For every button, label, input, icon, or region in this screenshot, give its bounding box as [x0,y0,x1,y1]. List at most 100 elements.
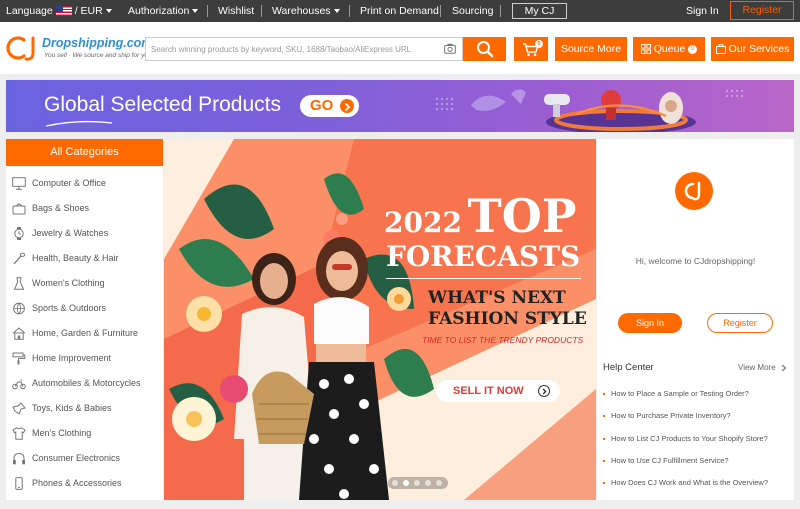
category-consumer-electronics[interactable]: Consumer Electronics [6,446,163,471]
category-sidebar: All Categories Computer & Office Bags & … [6,139,163,500]
help-link-label: How to Use CJ Fulfillment Service? [611,456,729,465]
hero-headline-line2: FORECASTS [386,240,581,273]
divider [261,5,262,17]
wishlist-link[interactable]: Wishlist [218,0,254,22]
carousel-dot-active[interactable] [403,480,409,486]
print-on-demand-link[interactable]: Print on Demand [360,0,439,22]
cart-count-badge: 0 [535,40,543,48]
category-label: Consumer Electronics [32,453,121,463]
ball-icon [13,302,25,315]
sign-in-link[interactable]: Sign In [686,0,719,22]
monitor-icon [12,177,26,190]
view-more-label: View More [738,363,776,372]
search-icon [477,41,494,58]
category-toys-kids-babies[interactable]: Toys, Kids & Babies [6,396,163,421]
language-selector[interactable]: Language / EUR [6,0,112,22]
category-home-garden-furniture[interactable]: Home, Garden & Furniture [6,321,163,346]
our-services-button[interactable]: Our Services [711,37,794,61]
hero-divider [386,278,581,279]
phone-icon [15,477,23,490]
sell-it-now-button[interactable]: SELL IT NOW [436,380,560,402]
carousel-dot[interactable] [414,480,420,486]
go-button[interactable]: GO [300,95,359,117]
sourcing-link[interactable]: Sourcing [452,0,493,22]
category-label: Health, Beauty & Hair [32,253,119,263]
us-flag-icon [55,6,72,17]
global-selected-products-banner[interactable]: Global Selected Products GO [6,80,794,132]
help-link[interactable]: How to Use CJ Fulfillment Service? [603,456,729,465]
bullet-icon [603,460,605,463]
help-link-label: How to Purchase Private Inventory? [611,411,731,420]
category-automobiles-motorcycles[interactable]: Automobiles & Motorcycles [6,371,163,396]
dress-icon [13,277,25,290]
view-more-link[interactable]: View More [738,363,787,372]
shirt-icon [12,427,26,440]
category-phones-accessories[interactable]: Phones & Accessories [6,471,163,496]
grid-icon [640,44,651,55]
category-jewelry-watches[interactable]: Jewelry & Watches [6,221,163,246]
search-box [145,37,463,61]
carousel-dot[interactable] [392,480,398,486]
cj-logo[interactable]: Dropshipping.com You sell · We source an… [6,32,153,66]
hero-tagline: TIME TO LIST THE TRENDY PRODUCTS [422,335,584,345]
services-icon [715,44,726,55]
divider [207,5,208,17]
help-link[interactable]: How to Purchase Private Inventory? [603,411,731,420]
carousel-dot[interactable] [425,480,431,486]
register-button[interactable]: Register [707,313,773,333]
category-sports-outdoors[interactable]: Sports & Outdoors [6,296,163,321]
cart-button[interactable]: 0 [514,37,548,61]
category-health-beauty-hair[interactable]: Health, Beauty & Hair [6,246,163,271]
bag-icon [12,203,26,215]
currency-label: / EUR [74,5,103,17]
my-cj-button[interactable]: My CJ [512,3,567,19]
search-button[interactable] [463,37,506,61]
language-label: Language [6,5,53,17]
authorization-menu[interactable]: Authorization [128,0,199,22]
search-input[interactable] [146,38,436,60]
queue-button[interactable]: Queue 0 [633,37,705,61]
warehouses-menu[interactable]: Warehouses [272,0,340,22]
category-bags-shoes[interactable]: Bags & Shoes [6,196,163,221]
authorization-label: Authorization [128,5,190,17]
logo-wordmark: Dropshipping.com [42,36,153,50]
carousel-pagination [388,477,448,489]
warehouses-label: Warehouses [272,5,331,17]
category-computer-office[interactable]: Computer & Office [6,171,163,196]
go-label: GO [310,97,334,114]
source-more-button[interactable]: Source More [555,37,627,61]
category-label: Jewelry & Watches [32,228,109,238]
cj-logo-icon [6,36,35,61]
help-link[interactable]: How Does CJ Work and What is the Overvie… [603,478,768,487]
swoosh-decoration [45,120,113,127]
category-label: Phones & Accessories [32,478,122,488]
register-button[interactable]: Register [730,1,794,20]
divider [500,5,501,17]
help-link[interactable]: How to List CJ Products to Your Shopify … [603,434,768,443]
all-categories-header[interactable]: All Categories [6,139,163,166]
welcome-message: Hi, welcome to CJdropshipping! [635,256,756,266]
products-illustration [436,89,743,132]
arrow-right-icon [538,385,550,397]
brush-icon [13,252,26,265]
hero-carousel[interactable]: 2022 TOP FORECASTS WHAT'S NEXT FASHION S… [164,139,596,500]
camera-icon[interactable] [444,43,456,54]
category-label: Men's Clothing [32,428,92,438]
chevron-down-icon [105,9,112,14]
category-mens-clothing[interactable]: Men's Clothing [6,421,163,446]
logo-tagline: You sell · We source and ship for you! [44,52,154,59]
hero-subheadline-line1: WHAT'S NEXT [428,288,566,308]
help-center-title: Help Center [603,362,654,373]
category-womens-clothing[interactable]: Women's Clothing [6,271,163,296]
help-link[interactable]: How to Place a Sample or Testing Order? [603,389,749,398]
carousel-dot[interactable] [436,480,442,486]
motorcycle-icon [12,379,26,390]
category-label: Women's Clothing [32,278,105,288]
bullet-icon [603,393,605,396]
category-home-improvement[interactable]: Home Improvement [6,346,163,371]
category-label: Home Improvement [32,353,112,363]
sign-in-button[interactable]: Sign In [618,313,682,333]
avatar[interactable] [675,172,713,210]
chevron-down-icon [333,9,340,14]
chevron-down-icon [192,9,199,14]
